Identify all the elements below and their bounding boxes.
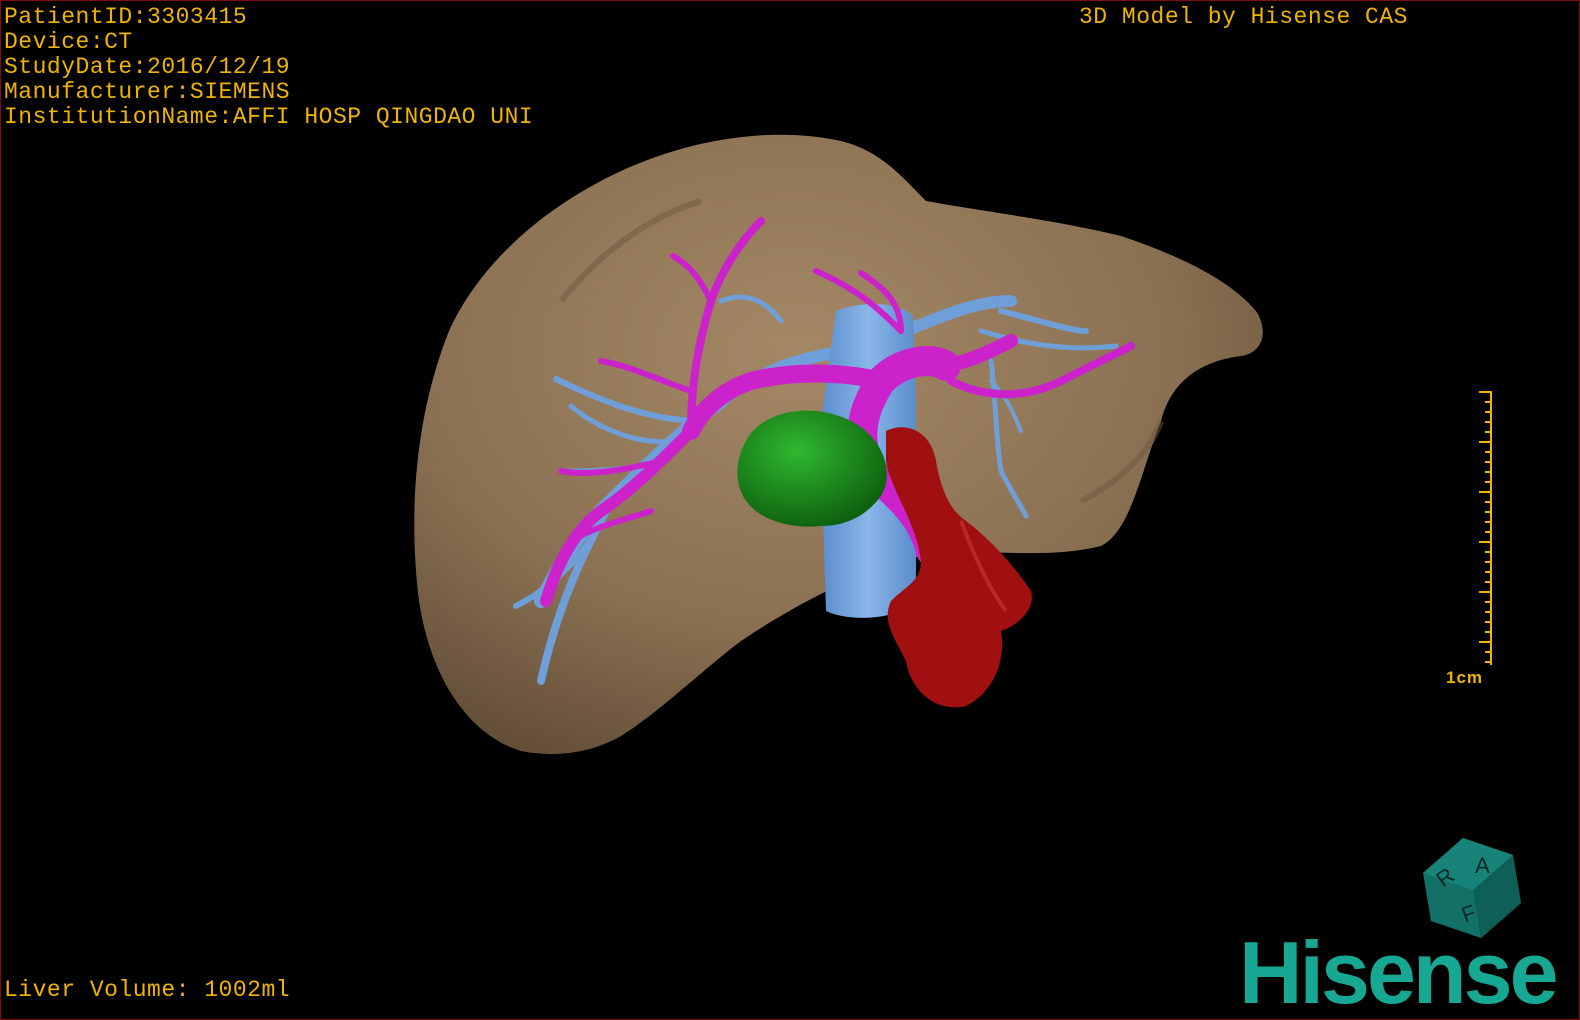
scale-bar-label: 1cm bbox=[1446, 668, 1484, 687]
orientation-letter-a: A bbox=[1475, 853, 1490, 878]
liver-3d-model[interactable] bbox=[1, 1, 1579, 1019]
dicom-info: PatientID:3303415 Device:CT StudyDate:2016… bbox=[4, 5, 533, 130]
hisense-logo: Hisense bbox=[1239, 923, 1559, 1020]
model-title: 3D Model by Hisense CAS bbox=[1079, 4, 1408, 30]
patient-id: PatientID:3303415 bbox=[4, 4, 248, 30]
3d-viewport[interactable]: 1cm R A F PatientID:3303415 Device:CT Stud… bbox=[0, 0, 1580, 1020]
scale-bar bbox=[1479, 391, 1492, 665]
device: Device:CT bbox=[4, 29, 133, 55]
liver-volume: Liver Volume: 1002ml bbox=[4, 977, 291, 1003]
manufacturer: Manufacturer:SIEMENS bbox=[4, 79, 291, 105]
study-date: StudyDate:2016/12/19 bbox=[4, 54, 291, 80]
institution-name: InstitutionName:AFFI HOSP QINGDAO UNI bbox=[4, 104, 534, 130]
